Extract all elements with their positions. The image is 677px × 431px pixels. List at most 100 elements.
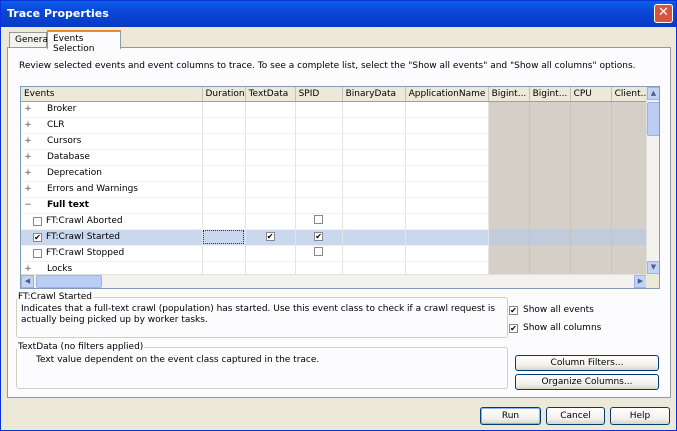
table-row[interactable]: + CLR <box>21 117 651 134</box>
grid-cell[interactable] <box>570 133 612 149</box>
grid-cell[interactable] <box>488 165 530 181</box>
event-cell[interactable]: + CLR <box>21 117 203 134</box>
column-header-0[interactable]: Events <box>21 87 203 102</box>
tab-events-selection[interactable]: Events Selection <box>47 30 121 54</box>
column-filters-button[interactable]: Column Filters... <box>515 355 659 371</box>
table-row[interactable]: + Cursors <box>21 133 651 150</box>
table-row[interactable]: ✔ FT:Crawl Started ✔ ✔ <box>21 229 651 246</box>
event-checkbox[interactable] <box>33 216 42 226</box>
column-header-4[interactable]: BinaryData <box>342 87 406 102</box>
grid-cell[interactable] <box>570 245 612 261</box>
cancel-button[interactable]: Cancel <box>546 407 605 425</box>
table-row[interactable]: + Errors and Warnings <box>21 181 651 198</box>
scroll-down-icon[interactable]: ▼ <box>647 261 659 274</box>
grid-cell[interactable] <box>611 149 651 165</box>
grid-cell[interactable] <box>295 101 343 118</box>
grid-cell[interactable] <box>245 245 296 262</box>
event-cell[interactable]: ✔ FT:Crawl Started <box>21 229 203 246</box>
grid-cell[interactable] <box>611 213 651 229</box>
organize-columns-button[interactable]: Organize Columns... <box>515 374 659 390</box>
grid-cell[interactable] <box>295 117 343 134</box>
textdata-checkbox[interactable]: ✔ <box>265 232 275 241</box>
grid-cell[interactable] <box>202 181 246 198</box>
grid-cell[interactable] <box>405 117 489 134</box>
table-row[interactable]: + Deprecation <box>21 165 651 182</box>
expand-icon[interactable]: + <box>23 264 33 274</box>
grid-cell[interactable] <box>570 149 612 165</box>
scroll-up-icon[interactable]: ▲ <box>647 87 659 100</box>
grid-cell[interactable] <box>295 197 343 214</box>
grid-cell[interactable] <box>611 101 651 117</box>
vertical-scrollbar[interactable]: ▲ ▼ <box>646 87 659 274</box>
expand-icon[interactable]: + <box>23 136 33 146</box>
spid-checkbox[interactable] <box>314 215 324 224</box>
grid-cell[interactable] <box>529 133 571 149</box>
column-header-1[interactable]: Duration <box>202 87 246 102</box>
run-button[interactable]: Run <box>480 407 541 425</box>
grid-cell[interactable]: ✔ <box>295 229 343 246</box>
grid-cell[interactable] <box>342 181 406 198</box>
column-header-7[interactable]: Bigint... <box>529 87 571 102</box>
event-cell[interactable]: + Errors and Warnings <box>21 181 203 198</box>
expand-icon[interactable]: + <box>23 120 33 130</box>
grid-cell[interactable] <box>529 197 571 213</box>
grid-cell[interactable] <box>245 213 296 230</box>
grid-cell[interactable] <box>342 117 406 134</box>
spid-checkbox[interactable]: ✔ <box>314 232 324 241</box>
grid-cell[interactable] <box>342 101 406 118</box>
grid-cell[interactable] <box>488 229 530 245</box>
horizontal-scroll-thumb[interactable] <box>36 275 102 288</box>
scroll-left-icon[interactable]: ◀ <box>21 275 34 288</box>
grid-cell[interactable] <box>245 101 296 118</box>
grid-cell[interactable] <box>202 213 246 230</box>
grid-cell[interactable] <box>342 149 406 166</box>
grid-cell[interactable] <box>488 181 530 197</box>
grid-cell[interactable] <box>295 245 343 262</box>
table-row[interactable]: FT:Crawl Aborted <box>21 213 651 230</box>
event-cell[interactable]: FT:Crawl Aborted <box>21 213 203 230</box>
grid-cell[interactable] <box>405 181 489 198</box>
grid-cell[interactable] <box>529 165 571 181</box>
grid-cell[interactable] <box>488 149 530 165</box>
collapse-icon[interactable]: − <box>23 200 33 210</box>
grid-cell[interactable] <box>570 117 612 133</box>
column-header-5[interactable]: ApplicationName <box>405 87 489 102</box>
table-row[interactable]: FT:Crawl Stopped <box>21 245 651 262</box>
grid-cell[interactable] <box>611 165 651 181</box>
show-all-events-checkbox[interactable]: ✔ <box>509 305 518 315</box>
title-bar[interactable]: Trace Properties ✕ <box>1 1 676 27</box>
expand-icon[interactable]: + <box>23 168 33 178</box>
show-all-events-option[interactable]: ✔ Show all events <box>509 305 594 315</box>
grid-cell[interactable] <box>295 133 343 150</box>
grid-cell[interactable] <box>529 213 571 229</box>
event-checkbox[interactable]: ✔ <box>33 232 42 242</box>
grid-cell[interactable] <box>529 117 571 133</box>
horizontal-scrollbar[interactable]: ◀ ▶ <box>21 274 647 288</box>
expand-icon[interactable]: + <box>23 184 33 194</box>
grid-cell[interactable] <box>202 133 246 150</box>
table-row[interactable]: + Database <box>21 149 651 166</box>
grid-cell[interactable] <box>245 197 296 214</box>
expand-icon[interactable]: + <box>23 104 33 114</box>
grid-cell[interactable] <box>611 117 651 133</box>
grid-cell[interactable] <box>611 245 651 261</box>
column-header-6[interactable]: Bigint... <box>488 87 530 102</box>
table-row[interactable]: + Broker <box>21 101 651 118</box>
grid-cell[interactable] <box>202 101 246 118</box>
grid-cell[interactable] <box>570 101 612 117</box>
grid-cell[interactable] <box>295 213 343 230</box>
grid-cell[interactable] <box>342 245 406 262</box>
grid-cell[interactable]: ✔ <box>245 229 296 246</box>
grid-cell[interactable] <box>295 149 343 166</box>
grid-cell[interactable] <box>405 101 489 118</box>
grid-cell[interactable] <box>405 245 489 262</box>
event-checkbox[interactable] <box>33 248 42 258</box>
spid-checkbox[interactable] <box>314 247 324 256</box>
grid-cell[interactable] <box>342 229 406 246</box>
grid-cell[interactable] <box>245 133 296 150</box>
tab-general[interactable]: General <box>9 32 50 48</box>
grid-cell[interactable] <box>488 197 530 213</box>
grid-cell[interactable] <box>611 181 651 197</box>
event-cell[interactable]: + Database <box>21 149 203 166</box>
column-header-8[interactable]: CPU <box>570 87 612 102</box>
